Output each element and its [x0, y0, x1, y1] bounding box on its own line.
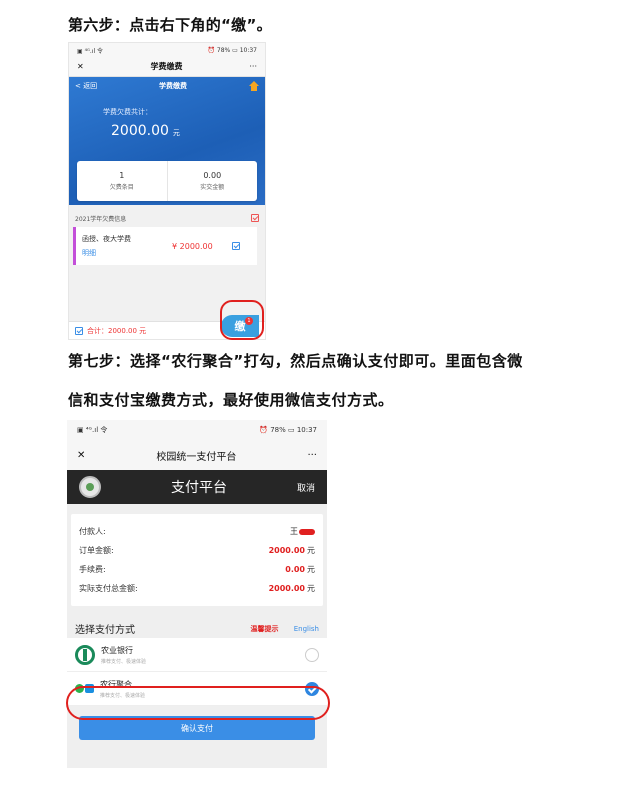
owed-count: 1: [119, 171, 125, 180]
status-bar: ▣ ⁴ᴳ.ıl 令 ⏰ 78% ▭ 10:37: [67, 420, 327, 440]
step7-line2: 信和支付宝缴费方式，最好使用微信支付方式。: [68, 391, 394, 409]
home-icon[interactable]: [249, 81, 259, 91]
paid-amount: 0.00: [203, 171, 222, 180]
year-label: 2021学年欠费信息: [75, 215, 127, 223]
order-unit: 元: [307, 546, 315, 555]
cancel-button[interactable]: 取消: [297, 481, 315, 494]
payment-method-title: 选择支付方式: [75, 624, 135, 636]
owed-label: 学费欠费共计：: [103, 108, 152, 116]
status-left: ▣ ⁴ᴳ.ıl 令: [77, 47, 104, 55]
fee-value: 0.00: [285, 565, 305, 574]
option-abc-bank-radio[interactable]: [305, 647, 319, 662]
screenshot-tuition-page: ▣ ⁴ᴳ.ıl 令 ⏰ 78% ▭ 10:37 ✕ 学费缴费 ··· < 返回 …: [68, 42, 266, 340]
close-icon[interactable]: ✕: [77, 62, 84, 71]
status-left: ▣ ⁴ᴳ.ıl 令: [77, 426, 108, 434]
status-right: ⏰ 78% ▭ 10:37: [259, 426, 317, 434]
fee-unit: 元: [307, 565, 315, 574]
highlight-circle-aggregate: [66, 686, 330, 720]
order-info-card: 付款人: 王 订单金额: 2000.00 元 手续费: 0.00 元 实际支付总金额…: [71, 514, 323, 606]
fee-item-detail-link[interactable]: 明细: [82, 248, 172, 258]
fee-label: 手续费:: [79, 565, 106, 574]
english-link[interactable]: English: [294, 625, 319, 633]
year-row: 2021学年欠费信息: [69, 211, 265, 225]
owed-count-label: 欠费条目: [109, 184, 134, 191]
order-label: 订单金额:: [79, 546, 114, 555]
order-amount-row: 订单金额: 2000.00 元: [79, 541, 315, 560]
payer-label: 付款人:: [79, 527, 106, 536]
more-icon[interactable]: ···: [249, 62, 257, 71]
close-icon[interactable]: ✕: [77, 450, 85, 461]
tip-link[interactable]: 温馨提示: [251, 625, 279, 633]
payer-value: 王: [290, 527, 298, 536]
back-button[interactable]: < 返回: [75, 81, 97, 91]
step7-line1: 第七步：选择“农行聚合”打勾，然后点确认支付即可。里面包含微: [68, 352, 523, 370]
owed-amount-unit: 元: [172, 129, 180, 137]
owed-amount-value: 2000.00: [111, 123, 169, 139]
more-icon[interactable]: ···: [307, 450, 317, 461]
abc-bank-icon: [75, 644, 95, 665]
total-amount: 合计：2000.00 元: [87, 326, 147, 335]
payment-method-header: 选择支付方式 温馨提示 English: [67, 618, 327, 638]
option-abc-bank-sub: 推荐支付、极速体验: [101, 658, 147, 665]
title-bar: ✕ 学费缴费 ···: [69, 57, 265, 77]
platform-header: 支付平台 取消: [67, 470, 327, 504]
total-checkbox[interactable]: [75, 326, 83, 335]
step6-heading: 第六步：点击右下角的“缴”。: [68, 16, 272, 34]
total-unit: 元: [307, 584, 315, 593]
window-title: 校园统一支付平台: [156, 451, 237, 463]
fee-item-price: ¥ 2000.00: [172, 241, 213, 251]
fee-item-name: 函授、夜大学费: [82, 235, 131, 243]
summary-cards: 1 欠费条目 0.00 实交金额: [77, 161, 257, 201]
title-bar: ✕ 校园统一支付平台 ···: [67, 440, 327, 470]
highlight-circle-pay: [220, 300, 264, 340]
school-logo-icon: [79, 476, 101, 498]
total-row: 实际支付总金额: 2000.00 元: [79, 579, 315, 598]
nav-title: 学费缴费: [159, 82, 188, 90]
paid-amount-card: 0.00 实交金额: [166, 161, 258, 201]
total-label: 实际支付总金额:: [79, 584, 138, 593]
paid-amount-label: 实交金额: [200, 184, 225, 191]
fee-row: 手续费: 0.00 元: [79, 560, 315, 579]
fee-item: 函授、夜大学费 明细 ¥ 2000.00: [73, 227, 257, 265]
redaction-mark: [299, 528, 315, 535]
option-abc-bank[interactable]: 农业银行 推荐支付、极速体验: [67, 638, 327, 672]
order-value: 2000.00: [268, 546, 305, 555]
platform-title: 支付平台: [170, 480, 227, 496]
option-abc-bank-name: 农业银行: [101, 645, 133, 655]
window-title: 学费缴费: [150, 62, 183, 71]
fee-item-checkbox[interactable]: [232, 242, 240, 250]
select-all-checkbox[interactable]: [251, 214, 259, 222]
status-bar: ▣ ⁴ᴳ.ıl 令 ⏰ 78% ▭ 10:37: [69, 43, 265, 57]
owed-count-card: 1 欠费条目: [77, 161, 167, 201]
owed-amount: 2000.00 元: [111, 123, 180, 139]
total-value: 2000.00: [268, 584, 305, 593]
status-right: ⏰ 78% ▭ 10:37: [207, 46, 258, 54]
payer-row: 付款人: 王: [79, 522, 315, 541]
